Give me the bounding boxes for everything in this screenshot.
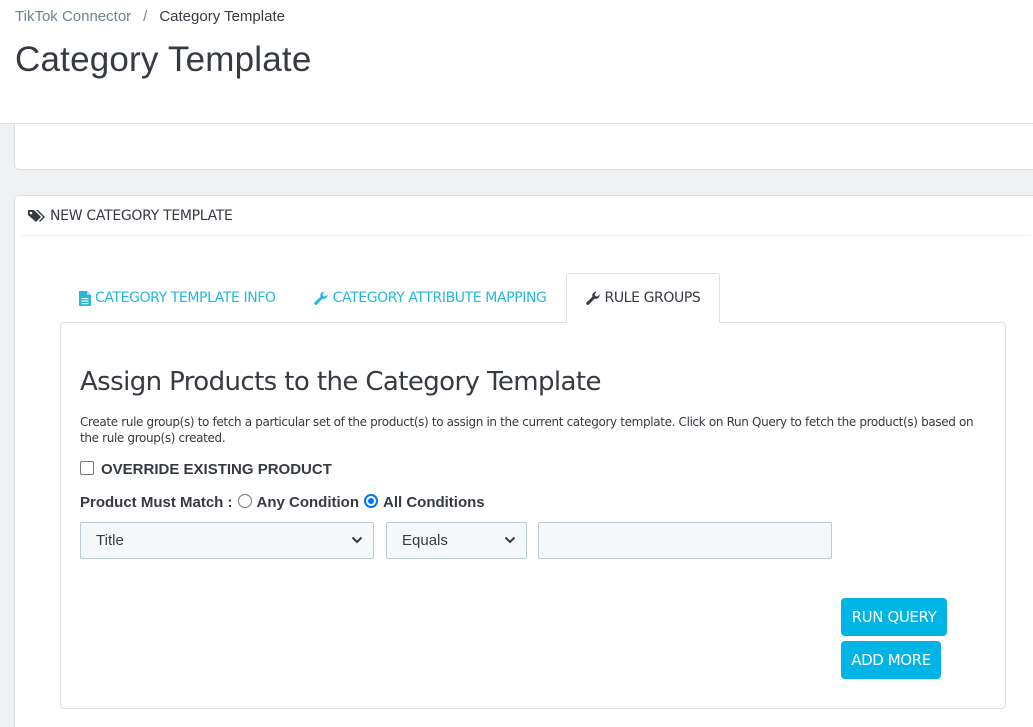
operator-select-value: Equals [402,532,448,549]
run-query-button[interactable]: RUN QUERY [841,598,947,636]
any-condition-radio[interactable] [237,493,252,508]
breadcrumb-separator: / [143,8,148,25]
tags-icon [27,209,47,223]
panel-heading: NEW CATEGORY TEMPLATE [21,196,1031,236]
section-description: Create rule group(s) to fetch a particul… [80,415,974,445]
operator-select[interactable]: Equals [386,522,527,559]
chevron-down-icon [504,536,516,544]
wrench-icon [313,291,329,306]
wrench-icon [585,291,601,306]
attribute-select[interactable]: Title [80,522,374,559]
match-condition-row: Product Must Match : Any Condition All C… [80,493,485,511]
page-header: TikTok Connector / Category Template Cat… [0,0,1033,124]
override-existing-product: OVERRIDE EXISTING PRODUCT [80,460,332,478]
breadcrumb: TikTok Connector / Category Template [15,8,285,25]
panel-heading-title: NEW CATEGORY TEMPLATE [50,207,233,224]
rule-groups-pane: Assign Products to the Category Template… [60,322,1006,709]
chevron-down-icon [351,536,363,544]
rule-value-input[interactable] [538,522,832,559]
tab-rule-groups[interactable]: RULE GROUPS [565,273,721,323]
section-title: Assign Products to the Category Template [80,367,601,397]
tab-label: CATEGORY ATTRIBUTE MAPPING [332,290,547,306]
tab-label: RULE GROUPS [604,290,701,306]
all-conditions-label: All Conditions [382,494,485,511]
override-label: OVERRIDE EXISTING PRODUCT [101,461,332,478]
tab-bar: CATEGORY TEMPLATE INFO CATEGORY ATTRIBUT… [60,273,721,323]
new-category-template-panel: NEW CATEGORY TEMPLATE CATEGORY TEMPLATE … [14,195,1033,727]
file-icon [79,290,91,306]
breadcrumb-current: Category Template [159,8,285,25]
override-checkbox[interactable] [80,460,94,475]
attribute-select-value: Title [96,532,124,549]
all-conditions-radio[interactable] [363,493,378,508]
add-more-button[interactable]: ADD MORE [841,641,941,679]
page-title: Category Template [15,40,312,79]
top-panel [14,124,1033,170]
tab-category-template-info[interactable]: CATEGORY TEMPLATE INFO [60,273,295,323]
match-label: Product Must Match : [80,494,233,511]
tab-category-attribute-mapping[interactable]: CATEGORY ATTRIBUTE MAPPING [295,273,566,323]
any-condition-label: Any Condition [256,494,359,511]
tab-label: CATEGORY TEMPLATE INFO [95,290,276,306]
breadcrumb-parent-link[interactable]: TikTok Connector [15,8,131,25]
